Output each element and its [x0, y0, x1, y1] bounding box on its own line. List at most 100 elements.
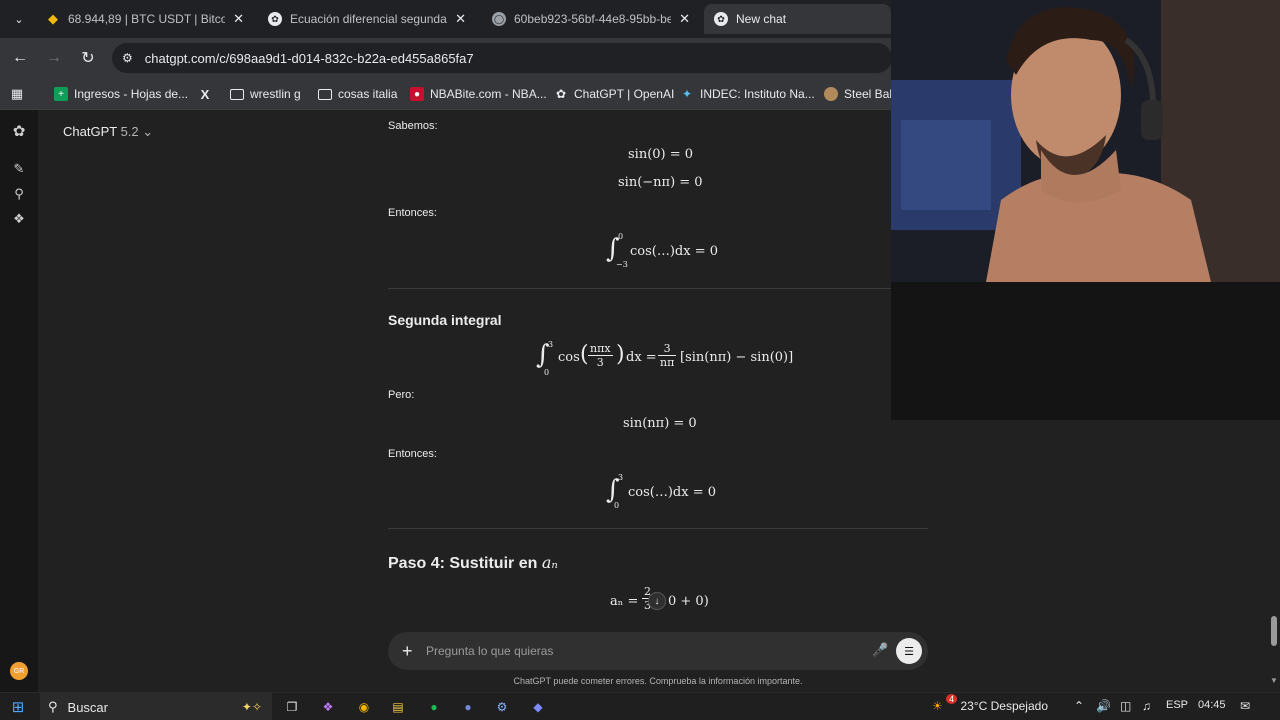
sheets-icon: + [54, 87, 68, 101]
steam-icon[interactable]: ⚙ [492, 697, 512, 717]
equation-sin-npi: sin(nπ) = 0 [623, 416, 697, 431]
bookmark-label: wrestlin g [250, 87, 301, 101]
integral-lower-limit: 0 [544, 368, 550, 377]
scroll-down-icon[interactable]: ▼ [1270, 676, 1278, 685]
heading-text: Paso 4: Sustituir en [388, 555, 538, 572]
tab-binance[interactable]: ◆ 68.944,89 | BTC USDT | Bitcoin t ✕ [36, 4, 254, 34]
bookmark-wrestling[interactable]: wrestlin g [230, 84, 301, 104]
integral-upper-limit: 0 [618, 232, 624, 241]
fraction-denominator: nπ [660, 356, 675, 369]
tab-uuid[interactable]: ◯ 60beb923-56bf-44e8-95bb-be ✕ [482, 4, 700, 34]
add-attachment-icon[interactable]: + [402, 641, 413, 661]
close-icon[interactable]: ✕ [233, 11, 244, 27]
openai-logo-icon[interactable]: ✿ [10, 122, 28, 140]
url-text: chatgpt.com/c/698aa9d1-d014-832c-b22a-ed… [144, 50, 474, 66]
binance-icon: ◆ [48, 11, 58, 26]
apps-grid-icon[interactable]: ▦ [10, 84, 30, 104]
tab-ecuacion[interactable]: ✿ Ecuación diferencial segunda o ✕ [258, 4, 476, 34]
prompt-input[interactable]: Pregunta lo que quieras [426, 644, 553, 658]
reload-icon[interactable]: ↻ [78, 48, 98, 68]
notifications-icon[interactable]: ✉ [1240, 699, 1250, 713]
site-info-icon[interactable]: ⚙ [122, 51, 133, 65]
windows-start-icon[interactable]: ⊞ [8, 697, 28, 717]
bookmark-nbabite[interactable]: ● NBABite.com - NBA... [410, 84, 547, 104]
file-explorer-icon[interactable]: ▤ [388, 697, 408, 717]
integral-upper-limit: 3 [618, 473, 624, 482]
equation-sin-neg-npi: sin(−nπ) = 0 [618, 175, 703, 190]
fraction-denominator: 3 [596, 356, 604, 369]
folder-icon [230, 88, 244, 100]
address-bar[interactable]: ⚙ chatgpt.com/c/698aa9d1-d014-832c-b22a-… [112, 43, 892, 73]
bookmark-label: Steel Ball [844, 87, 895, 101]
search-label: Buscar [67, 699, 108, 715]
chevron-down-icon: ⌄ [142, 124, 154, 139]
fraction-numerator: nπx [588, 342, 613, 356]
weather-sun-icon: ☀ [932, 699, 943, 713]
weather-text: 23°C Despejado [960, 699, 1048, 713]
disclaimer-text: ChatGPT puede cometer errores. Comprueba… [513, 676, 803, 686]
bookmark-label: NBABite.com - NBA... [430, 87, 547, 101]
scroll-down-arrow-icon[interactable]: ↓ [648, 592, 666, 610]
close-icon[interactable]: ✕ [679, 11, 690, 27]
task-view-icon[interactable]: ❐ [282, 697, 302, 717]
webcam-person-image [891, 0, 1280, 282]
model-name: ChatGPT [63, 124, 117, 139]
text-sabemos: Sabemos: [388, 120, 438, 132]
chatgpt-icon: ✿ [268, 12, 282, 26]
speaker-icon[interactable]: 🔊 [1096, 699, 1111, 713]
copilot-icon[interactable]: ❖ [318, 697, 338, 717]
bookmark-steel-ball[interactable]: Steel Ball [824, 84, 895, 104]
forward-arrow-icon[interactable]: → [44, 48, 64, 68]
microphone-icon[interactable]: 🎤 [872, 642, 888, 658]
sparkle-icon: ✦✧ [241, 700, 262, 714]
spotify-icon[interactable]: ● [424, 697, 444, 717]
microphone-icon[interactable]: ♫ [1142, 699, 1151, 713]
tab-new-chat[interactable]: ✿ New chat [704, 4, 891, 34]
chrome-icon[interactable]: ◉ [354, 697, 374, 717]
app-diamond-icon[interactable]: ◆ [528, 697, 548, 717]
tab-title: New chat [736, 12, 787, 26]
tab-title: 60beb923-56bf-44e8-95bb-be [514, 12, 672, 26]
bookmark-x[interactable]: X [198, 84, 218, 104]
tab-search-chevron-icon[interactable]: ⌄ [8, 8, 30, 30]
integral-body: cos(…)dx = 0 [630, 244, 719, 259]
bracket-expression: [sin(nπ) − sin(0)] [680, 350, 794, 365]
voice-mode-icon[interactable]: ☰ [896, 638, 922, 664]
text-pero: Pero: [388, 389, 415, 401]
integral-upper-limit: 3 [548, 340, 554, 349]
an-lhs: aₙ = [610, 594, 639, 609]
bookmark-ingresos[interactable]: + Ingresos - Hojas de... [54, 84, 188, 104]
gpts-icon[interactable]: ❖ [10, 210, 28, 228]
dx-equals: dx = [626, 350, 657, 365]
chevron-up-icon[interactable]: ⌃ [1074, 699, 1084, 713]
new-chat-icon[interactable]: ✎ [10, 160, 28, 178]
bookmark-indec[interactable]: ✦ INDEC: Instituto Na... [680, 84, 815, 104]
discord-icon[interactable]: ● [458, 697, 478, 717]
screen: ⌄ ◆ 68.944,89 | BTC USDT | Bitcoin t ✕ ✿… [0, 0, 1280, 720]
bookmark-chatgpt[interactable]: ✿ ChatGPT | OpenAI [554, 84, 674, 104]
close-icon[interactable]: ✕ [455, 11, 466, 27]
model-selector[interactable]: ChatGPT 5.2 ⌄ [63, 124, 153, 140]
heading-paso-4: Paso 4: Sustituir en aₙ [388, 553, 558, 573]
chat-message: Sabemos: sin(0) = 0 sin(−nπ) = 0 Entonce… [388, 110, 928, 630]
indec-icon: ✦ [681, 87, 693, 101]
network-icon[interactable]: ◫ [1120, 699, 1131, 713]
search-icon[interactable]: ⚲ [10, 185, 28, 203]
globe-icon: ◯ [492, 12, 506, 26]
sidebar-rail: ✿ ✎ ⚲ ❖ GR [0, 110, 38, 692]
search-icon: ⚲ [48, 699, 58, 714]
webcam-overlay [891, 0, 1280, 282]
back-arrow-icon[interactable]: ← [10, 48, 30, 68]
divider [388, 288, 928, 289]
scrollbar-thumb[interactable] [1271, 616, 1277, 646]
bookmark-label: INDEC: Instituto Na... [700, 87, 815, 101]
integral-second: ∫ 3 0 cos ( nπx 3 ) dx = 3 nπ [sin(nπ) −… [536, 336, 796, 380]
taskbar-search[interactable]: ⚲ Buscar ✦✧ [40, 693, 272, 720]
avatar[interactable]: GR [10, 662, 28, 680]
clock[interactable]: 04:45 [1198, 699, 1226, 711]
weather-widget[interactable]: ☀ 4 23°C Despejado [932, 694, 1048, 713]
windows-taskbar: ⊞ ⚲ Buscar ✦✧ ❐ ❖ ◉ ▤ ● ● ⚙ ◆ ☀ 4 23°C D… [0, 692, 1280, 720]
language-indicator[interactable]: ESP [1166, 699, 1188, 711]
divider [388, 528, 928, 529]
bookmark-cosas-italia[interactable]: cosas italia [318, 84, 397, 104]
